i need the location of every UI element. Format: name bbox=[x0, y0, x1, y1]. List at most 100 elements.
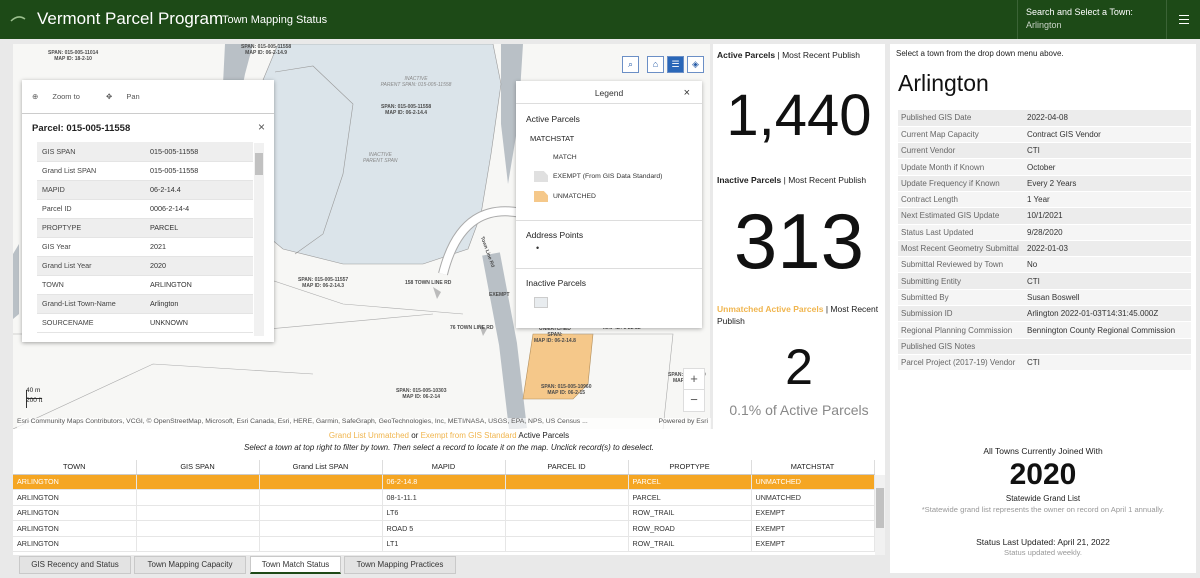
table-cell bbox=[259, 505, 383, 521]
table-cell: ROW_ROAD bbox=[628, 520, 752, 537]
detail-row: Next Estimated GIS Update 10/1/2021 bbox=[898, 207, 1191, 225]
popup-attributes: GIS SPAN 015-005-11558 Grand List SPAN 015-… bbox=[37, 142, 253, 333]
detail-value: CTI bbox=[1024, 354, 1191, 372]
town-search-select[interactable]: Search and Select a Town: Arlington bbox=[1017, 0, 1166, 39]
table-row[interactable]: ARLINGTON 08-1-11.1 PARCEL UNMATCHED bbox=[13, 489, 875, 506]
table-cell bbox=[259, 536, 383, 552]
popup-title: Parcel: 015-005-11558 bbox=[32, 123, 131, 134]
detail-key: Published GIS Date bbox=[898, 110, 1024, 127]
layers-button[interactable]: ◈ bbox=[687, 56, 704, 73]
table-cell: UNMATCHED bbox=[751, 474, 875, 490]
attribute-key: PROPTYPE bbox=[37, 218, 145, 238]
detail-value: 10/1/2021 bbox=[1024, 207, 1191, 225]
move-icon: ✥ bbox=[105, 92, 115, 101]
legend-item-label: MATCH bbox=[553, 154, 577, 161]
detail-value: No bbox=[1024, 256, 1191, 274]
detail-value: Susan Boswell bbox=[1024, 289, 1191, 307]
zoom-to-button[interactable]: ⊕ Zoom to bbox=[32, 92, 92, 101]
detail-row: Submission ID Arlington 2022-01-03T14:31:… bbox=[898, 305, 1191, 323]
detail-value: 1 Year bbox=[1024, 191, 1191, 209]
zoom-out-button[interactable]: − bbox=[684, 390, 704, 411]
tab-mapping-capacity[interactable]: Town Mapping Capacity bbox=[134, 556, 246, 574]
column-header[interactable]: GIS SPAN bbox=[136, 460, 260, 475]
table-cell: LT6 bbox=[382, 505, 506, 521]
detail-value: Bennington County Regional Commission bbox=[1024, 321, 1191, 339]
legend-swatch-unmatched bbox=[534, 191, 548, 202]
town-search-value: Arlington bbox=[1026, 20, 1062, 30]
tab-gis-recency[interactable]: GIS Recency and Status bbox=[19, 556, 131, 574]
map-label: 158 TOWN LINE RD bbox=[405, 280, 452, 286]
map-label: SPAN: 015-005-10960 MAP ID: 06-2-15 bbox=[541, 384, 592, 396]
table-scrollbar[interactable] bbox=[875, 475, 885, 555]
detail-key: Current Map Capacity bbox=[898, 126, 1024, 144]
table-row[interactable]: ARLINGTON ROAD 5 ROW_ROAD EXEMPT bbox=[13, 520, 875, 537]
town-details-panel: Select a town from the drop down menu ab… bbox=[890, 44, 1196, 573]
table-row[interactable]: ARLINGTON 06-2-14.8 PARCEL UNMATCHED bbox=[13, 474, 875, 490]
table-cell bbox=[505, 520, 629, 537]
table-instructions: Select a town at top right to filter by … bbox=[244, 443, 654, 452]
status-updated-sub: Status updated weekly. bbox=[1004, 548, 1082, 557]
attribute-value: UNKNOWN bbox=[145, 313, 253, 333]
detail-value: 2022-04-08 bbox=[1024, 110, 1191, 127]
popup-scrollbar[interactable] bbox=[254, 143, 264, 336]
detail-row: Most Recent Geometry Submittal 2022-01-03 bbox=[898, 240, 1191, 258]
map-label: SPAN: 015-005-11558 MAP ID: 06-2-14.9 bbox=[241, 44, 292, 56]
column-header[interactable]: MATCHSTAT bbox=[751, 460, 875, 475]
attribution-text: Esri Community Maps Contributors, VCGI, … bbox=[17, 418, 588, 425]
tab-mapping-practices[interactable]: Town Mapping Practices bbox=[344, 556, 456, 574]
detail-value: 9/28/2020 bbox=[1024, 224, 1191, 241]
stats-panel: Active Parcels | Most Recent Publish 1,4… bbox=[713, 44, 885, 429]
table-cell bbox=[505, 489, 629, 506]
powered-by[interactable]: Powered by Esri bbox=[659, 418, 709, 425]
column-header[interactable]: PROPTYPE bbox=[628, 460, 752, 475]
popup-close-icon[interactable]: × bbox=[258, 120, 265, 134]
zoom-in-button[interactable]: + bbox=[684, 369, 704, 390]
table-cell: ROW_TRAIL bbox=[628, 536, 752, 552]
joined-sub: Statewide Grand List bbox=[1005, 494, 1081, 503]
home-button[interactable]: ⌂ bbox=[647, 56, 664, 73]
table-row[interactable]: ARLINGTON LT6 ROW_TRAIL EXEMPT bbox=[13, 505, 875, 521]
attribute-value: 2020 bbox=[145, 256, 253, 276]
table-cell bbox=[136, 520, 260, 537]
table-cell: PARCEL bbox=[628, 489, 752, 506]
table-cell: ARLINGTON bbox=[13, 474, 137, 490]
legend-field-name: MATCHSTAT bbox=[530, 134, 575, 143]
table-cell: UNMATCHED bbox=[751, 489, 875, 506]
table-cell bbox=[259, 489, 383, 506]
detail-key: Update Frequency if Known bbox=[898, 175, 1024, 192]
table-cell: 08-1-11.1 bbox=[382, 489, 506, 506]
menu-button[interactable] bbox=[1166, 0, 1200, 39]
detail-value: CTI bbox=[1024, 272, 1191, 290]
map-label: SPAN: 015-005-11558 MAP ID: 06-2-14.4 bbox=[381, 104, 432, 116]
legend-button[interactable]: ☰ bbox=[667, 56, 684, 73]
search-map-button[interactable]: ⌕ bbox=[622, 56, 639, 73]
status-updated: Status Last Updated: April 21, 2022 bbox=[976, 537, 1110, 547]
attribute-value: 015-005-11558 bbox=[145, 142, 253, 162]
map-label: INACTIVE PARENT SPAN: 015-005-11558 bbox=[380, 76, 452, 88]
map-label: UNMATCHED SPAN: MAP ID: 06-2-14.8 bbox=[534, 326, 576, 344]
table-cell: 06-2-14.8 bbox=[382, 474, 506, 490]
parcel-popup: ⊕ Zoom to ✥ Pan Parcel: 015-005-11558 × … bbox=[22, 80, 274, 342]
tab-match-status[interactable]: Town Match Status bbox=[250, 556, 341, 574]
popup-attribute-row: TOWN ARLINGTON bbox=[37, 275, 253, 295]
table-cell: EXEMPT bbox=[751, 520, 875, 537]
column-header[interactable]: Grand List SPAN bbox=[259, 460, 383, 475]
popup-attribute-row: MAPID 06-2-14.4 bbox=[37, 180, 253, 200]
detail-value: Every 2 Years bbox=[1024, 175, 1191, 192]
table-row[interactable]: ARLINGTON LT1 ROW_TRAIL EXEMPT bbox=[13, 536, 875, 552]
attribute-value: 0006-2-14-4 bbox=[145, 199, 253, 219]
table-cell bbox=[136, 474, 260, 490]
legend-close-icon[interactable]: × bbox=[684, 81, 690, 105]
attribute-key: TOWN bbox=[37, 275, 145, 295]
column-header[interactable]: MAPID bbox=[382, 460, 506, 475]
legend-swatch-match bbox=[534, 152, 548, 163]
column-header[interactable]: TOWN bbox=[13, 460, 137, 475]
column-header[interactable]: PARCEL ID bbox=[505, 460, 629, 475]
detail-row: Update Frequency if Known Every 2 Years bbox=[898, 175, 1191, 192]
scale-imperial: 200 ft bbox=[26, 397, 43, 404]
table-cell bbox=[136, 489, 260, 506]
detail-value: CTI bbox=[1024, 142, 1191, 160]
pan-button[interactable]: ✥ Pan bbox=[106, 92, 152, 101]
detail-key: Next Estimated GIS Update bbox=[898, 207, 1024, 225]
attribute-value: Arlington bbox=[145, 294, 253, 314]
